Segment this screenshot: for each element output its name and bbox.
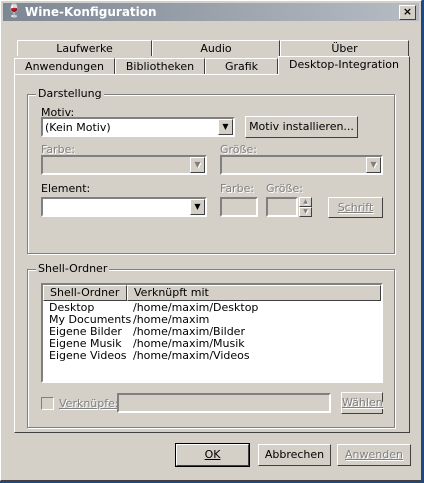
shell-folder-group-label: Shell-Ordner	[36, 262, 110, 275]
chevron-down-icon: ▼	[190, 157, 205, 173]
element-size-field	[266, 197, 298, 217]
appearance-group-label: Darstellung	[36, 87, 104, 100]
column-header-shell-folder[interactable]: Shell-Ordner	[43, 285, 127, 301]
groesse-select: ▼	[220, 155, 383, 175]
cell-folder: Eigene Videos	[49, 349, 127, 362]
element-label: Element:	[41, 182, 91, 195]
shell-folder-list[interactable]: Shell-Ordner Verknüpft mit Desktop/home/…	[41, 283, 383, 383]
tab-audio[interactable]: Audio	[152, 40, 280, 56]
chevron-down-icon[interactable]: ▼	[190, 199, 205, 215]
tab-row-back: Laufwerke Audio Über	[17, 40, 409, 56]
tab-grafik[interactable]: Grafik	[205, 58, 278, 74]
window-title: Wine-Konfiguration	[25, 5, 157, 19]
motiv-value: (Kein Motiv)	[45, 121, 111, 134]
tab-row-front: Anwendungen Bibliotheken Grafik Desktop-…	[14, 56, 410, 75]
spin-down-icon: ▼	[299, 207, 312, 217]
motiv-select[interactable]: (Kein Motiv) ▼	[41, 117, 235, 137]
link-checkbox	[41, 397, 54, 410]
tab-laufwerke[interactable]: Laufwerke	[17, 40, 152, 56]
element-groesse-label: Größe:	[266, 182, 303, 195]
link-label: Verknüpfe:	[59, 397, 119, 410]
font-button: Schrift	[328, 197, 383, 218]
wine-config-window: 🍷 Wine-Konfiguration × Laufwerke Audio Ü…	[0, 0, 422, 481]
install-theme-button[interactable]: Motiv installieren...	[245, 116, 358, 138]
element-farbe-label: Farbe:	[220, 182, 255, 195]
apply-button: Anwenden	[337, 444, 411, 466]
choose-button: Wählen	[341, 392, 383, 414]
close-button[interactable]: ×	[399, 5, 416, 20]
tab-desktop-integration[interactable]: Desktop-Integration	[278, 56, 410, 75]
ok-button[interactable]: OK	[175, 443, 250, 467]
cancel-button[interactable]: Abbrechen	[258, 444, 331, 466]
chevron-down-icon: ▼	[366, 157, 381, 173]
tab-bibliotheken[interactable]: Bibliotheken	[115, 58, 205, 74]
cell-path: /home/maxim/Videos	[133, 349, 250, 362]
spin-up-icon: ▲	[299, 197, 312, 207]
column-header-linked-to[interactable]: Verknüpft mit	[127, 285, 381, 301]
element-color-swatch	[220, 197, 258, 217]
tab-anwendungen[interactable]: Anwendungen	[14, 58, 115, 74]
tab-ueber[interactable]: Über	[280, 40, 409, 56]
title-bar[interactable]: 🍷 Wine-Konfiguration ×	[3, 3, 419, 21]
chevron-down-icon[interactable]: ▼	[218, 119, 233, 135]
link-path-field	[117, 393, 331, 413]
wine-glass-icon: 🍷	[6, 4, 23, 19]
farbe-select: ▼	[41, 155, 207, 175]
element-select[interactable]: ▼	[41, 197, 207, 217]
